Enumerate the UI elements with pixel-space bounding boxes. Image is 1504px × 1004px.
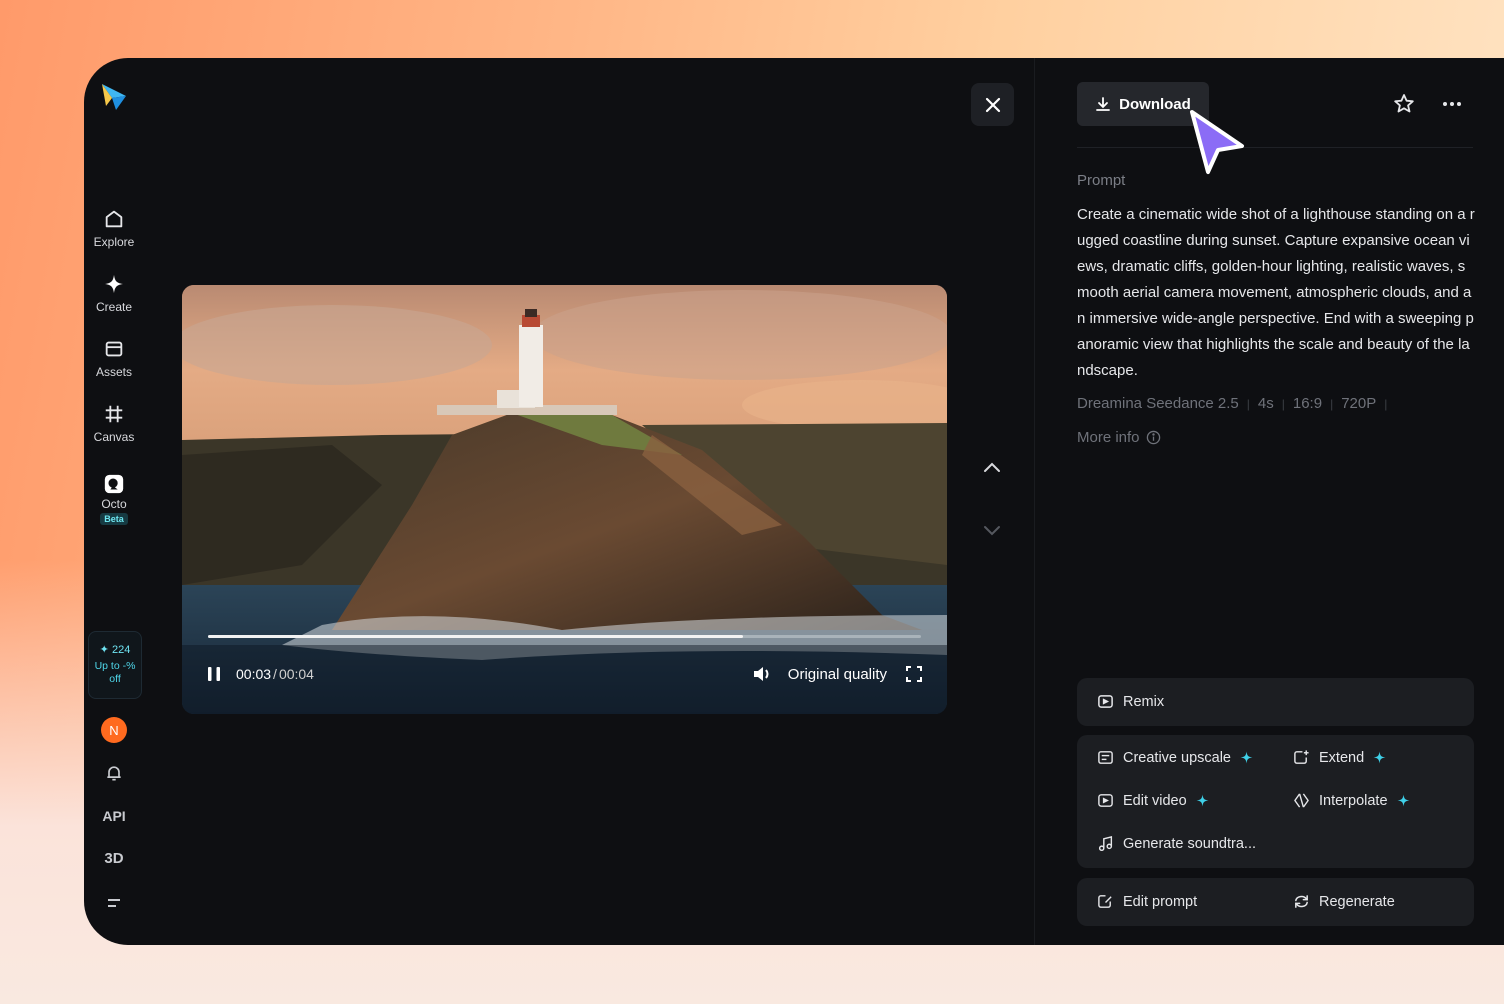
extend-button[interactable]: Extend bbox=[1293, 749, 1386, 766]
panel-divider bbox=[1034, 58, 1035, 945]
close-button[interactable] bbox=[971, 83, 1014, 126]
menu-button[interactable] bbox=[84, 894, 144, 912]
info-icon bbox=[1146, 430, 1160, 445]
more-options-icon[interactable] bbox=[1440, 92, 1464, 116]
model-name: Dreamina Seedance 2.5 bbox=[1077, 395, 1239, 412]
edit-prompt-button[interactable]: Edit prompt bbox=[1097, 893, 1197, 910]
remix-button[interactable]: Remix bbox=[1097, 693, 1164, 710]
total-time: 00:04 bbox=[278, 666, 314, 682]
pause-icon[interactable] bbox=[206, 666, 222, 682]
creative-upscale-button[interactable]: Creative upscale bbox=[1097, 749, 1253, 766]
sparkle-icon bbox=[1196, 794, 1209, 807]
notifications-button[interactable] bbox=[84, 763, 144, 783]
progress-bar[interactable] bbox=[208, 635, 921, 638]
extend-icon bbox=[1294, 750, 1309, 764]
creative-upscale-label: Creative upscale bbox=[1123, 749, 1231, 766]
promo-line: off bbox=[109, 673, 121, 685]
sidebar: Explore Create Assets Canvas Octo Beta ✦… bbox=[84, 58, 144, 945]
edit-video-button[interactable]: Edit video bbox=[1097, 792, 1209, 809]
upscale-icon bbox=[1098, 751, 1113, 764]
sidebar-item-label: Explore bbox=[93, 235, 135, 249]
sparkle-icon bbox=[1397, 794, 1409, 807]
aspect-ratio: 16:9 bbox=[1292, 395, 1323, 412]
edit-video-label: Edit video bbox=[1123, 792, 1187, 809]
interpolate-button[interactable]: Interpolate bbox=[1293, 792, 1410, 809]
player-controls: 00:03 / 00:04 Original quality bbox=[206, 663, 923, 685]
video-frame bbox=[182, 285, 947, 714]
sidebar-item-create[interactable]: Create bbox=[84, 273, 144, 314]
sparkle-icon: ✦ bbox=[99, 644, 109, 656]
duration: 4s bbox=[1257, 395, 1274, 412]
menu-icon bbox=[108, 899, 120, 907]
fullscreen-icon[interactable] bbox=[905, 665, 923, 683]
close-icon bbox=[985, 97, 1000, 112]
pointer-cursor-icon bbox=[1190, 110, 1244, 174]
app-logo[interactable] bbox=[98, 80, 132, 114]
download-label: Download bbox=[1119, 95, 1191, 113]
sidebar-item-assets[interactable]: Assets bbox=[84, 338, 144, 379]
resolution: 720P bbox=[1341, 395, 1377, 412]
credits-widget[interactable]: ✦ 224 Up to -% off bbox=[88, 631, 142, 699]
panel-separator bbox=[1077, 147, 1473, 148]
generation-meta: Dreamina Seedance 2.5 | 4s | 16:9 | 720P | bbox=[1077, 395, 1388, 412]
folder-icon bbox=[105, 341, 123, 357]
sidebar-item-label: Assets bbox=[95, 365, 132, 379]
sidebar-item-label: Canvas bbox=[93, 430, 135, 444]
edit-video-icon bbox=[1098, 794, 1113, 807]
star-icon[interactable] bbox=[1392, 92, 1416, 116]
crop-grid-icon bbox=[105, 405, 123, 423]
remix-label: Remix bbox=[1123, 693, 1165, 710]
current-time: 00:03 bbox=[236, 666, 272, 682]
regenerate-label: Regenerate bbox=[1319, 893, 1395, 910]
home-icon bbox=[105, 210, 123, 228]
avatar[interactable]: N bbox=[101, 717, 127, 743]
generate-soundtrack-label: Generate soundtra... bbox=[1123, 835, 1256, 852]
prompt-label: Prompt bbox=[1077, 172, 1126, 189]
previous-button[interactable] bbox=[980, 456, 1004, 480]
remix-icon bbox=[1098, 695, 1113, 708]
edit-icon bbox=[1098, 895, 1112, 908]
sparkle-icon bbox=[104, 274, 124, 294]
regenerate-button[interactable]: Regenerate bbox=[1293, 893, 1395, 910]
3d-button[interactable]: 3D bbox=[84, 850, 144, 867]
video-player[interactable]: 00:03 / 00:04 Original quality bbox=[182, 285, 947, 714]
sidebar-item-canvas[interactable]: Canvas bbox=[84, 403, 144, 444]
sparkle-icon bbox=[1373, 751, 1386, 764]
sidebar-item-label: Create bbox=[95, 300, 133, 314]
generate-soundtrack-button[interactable]: Generate soundtra... bbox=[1097, 835, 1256, 852]
sidebar-item-label: Octo bbox=[101, 497, 127, 511]
progress-fill bbox=[208, 635, 743, 638]
app-window: Explore Create Assets Canvas Octo Beta ✦… bbox=[84, 58, 1504, 945]
credits-count: 224 bbox=[111, 644, 131, 656]
prompt-text: Create a cinematic wide shot of a lighth… bbox=[1077, 206, 1475, 379]
sparkle-icon bbox=[1240, 751, 1253, 764]
interpolate-icon bbox=[1294, 793, 1309, 808]
sidebar-item-octo[interactable]: Octo Beta bbox=[84, 473, 144, 525]
interpolate-label: Interpolate bbox=[1319, 792, 1388, 809]
beta-badge: Beta bbox=[100, 513, 128, 525]
prompt-actions-card: Edit prompt Regenerate bbox=[1077, 878, 1474, 926]
more-info-label: More info bbox=[1077, 429, 1140, 446]
time-separator: / bbox=[273, 666, 277, 682]
next-button[interactable] bbox=[980, 518, 1004, 542]
quality-selector[interactable]: Original quality bbox=[788, 666, 887, 683]
download-icon bbox=[1096, 97, 1111, 111]
more-info-link[interactable]: More info bbox=[1077, 429, 1161, 446]
volume-icon[interactable] bbox=[752, 665, 774, 683]
bell-icon bbox=[107, 766, 121, 781]
sidebar-item-explore[interactable]: Explore bbox=[84, 208, 144, 249]
tools-card: Creative upscale Extend Edit video Inter… bbox=[1077, 735, 1474, 868]
api-button[interactable]: API bbox=[84, 808, 144, 824]
promo-line: Up to -% bbox=[94, 660, 136, 672]
octo-icon bbox=[104, 474, 124, 494]
regenerate-icon bbox=[1295, 895, 1308, 908]
extend-label: Extend bbox=[1319, 749, 1365, 766]
remix-card: Remix bbox=[1077, 678, 1474, 726]
edit-prompt-label: Edit prompt bbox=[1123, 893, 1198, 910]
music-note-icon bbox=[1098, 835, 1113, 852]
